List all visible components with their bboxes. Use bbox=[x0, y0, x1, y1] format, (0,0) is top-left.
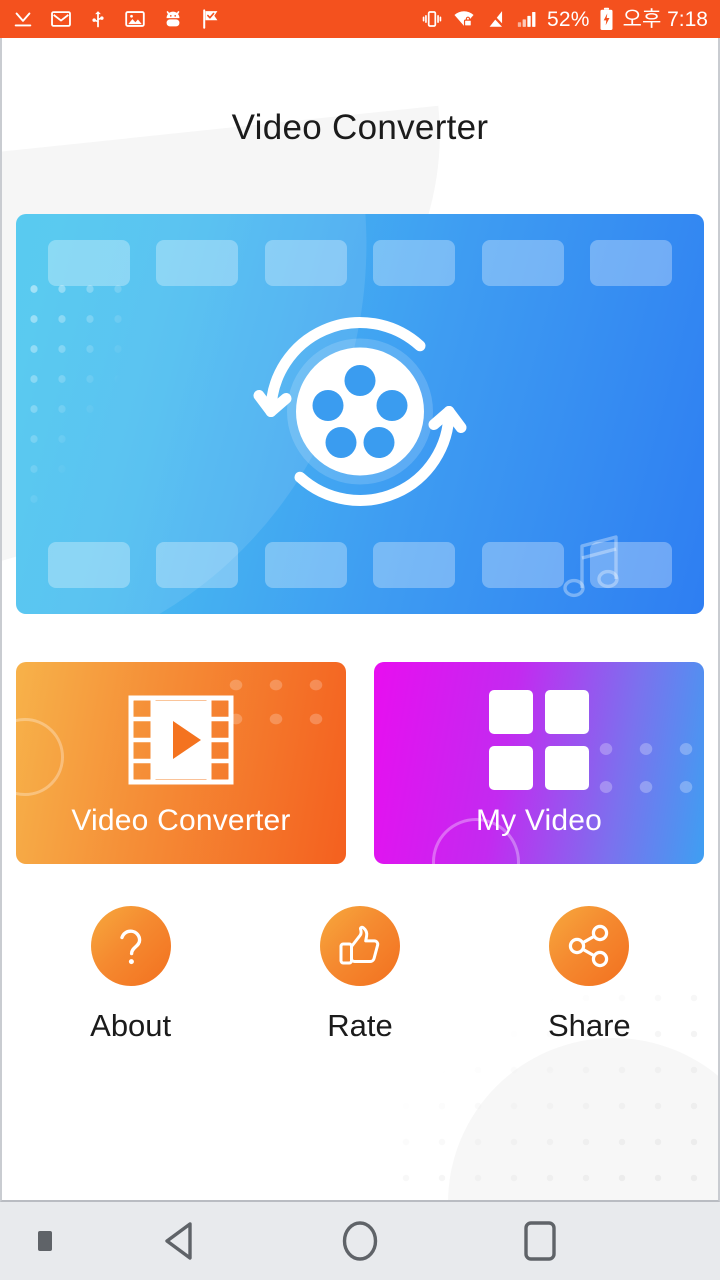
share-action[interactable]: Share bbox=[489, 906, 689, 1044]
video-converter-reel-icon bbox=[244, 296, 476, 533]
thumbs-up-icon bbox=[319, 906, 400, 986]
usb-icon bbox=[88, 8, 108, 30]
card-dot-pattern-decoration bbox=[216, 668, 336, 730]
action-label: About bbox=[90, 1008, 172, 1043]
app-content: Video Converter Video Converter My Video… bbox=[0, 38, 720, 1202]
status-bar-right-icons: 52% 오후 7:18 bbox=[421, 7, 708, 31]
action-label: Share bbox=[547, 1008, 631, 1043]
system-navigation-bar bbox=[0, 1202, 720, 1280]
share-nodes-icon bbox=[549, 906, 630, 986]
card-label: Video Converter bbox=[71, 804, 291, 837]
film-cell bbox=[373, 542, 456, 588]
keyboard-dismiss-dot-icon[interactable] bbox=[38, 1231, 52, 1251]
phone-screen: 52% 오후 7:18 Video Converter Video Conver… bbox=[0, 0, 720, 1280]
film-cell bbox=[156, 240, 239, 286]
battery-percent-label: 52% bbox=[547, 7, 590, 31]
grid-four-squares-icon bbox=[489, 688, 589, 792]
back-triangle-icon[interactable] bbox=[132, 1210, 228, 1272]
recents-square-icon[interactable] bbox=[492, 1210, 588, 1272]
film-cell bbox=[373, 240, 456, 286]
vibrate-icon bbox=[421, 8, 443, 30]
film-strip-top bbox=[16, 240, 704, 286]
bottom-actions: About Rate Share bbox=[16, 906, 704, 1044]
card-ring-decoration bbox=[16, 718, 64, 796]
page-title: Video Converter bbox=[231, 108, 489, 147]
action-cards: Video Converter My Video bbox=[16, 662, 704, 864]
data-off-icon bbox=[485, 8, 507, 30]
question-mark-icon bbox=[90, 906, 171, 986]
status-bar-left-icons bbox=[12, 8, 222, 30]
hero-banner bbox=[16, 214, 704, 614]
film-cell bbox=[589, 240, 672, 286]
film-cell bbox=[48, 240, 130, 286]
film-cell bbox=[264, 240, 347, 286]
film-cell bbox=[264, 542, 347, 588]
clock-label: 오후 7:18 bbox=[622, 7, 708, 31]
wifi-lock-icon bbox=[452, 8, 476, 30]
home-circle-icon[interactable] bbox=[312, 1210, 408, 1272]
rate-action[interactable]: Rate bbox=[260, 906, 460, 1044]
film-cell bbox=[481, 240, 564, 286]
about-action[interactable]: About bbox=[31, 906, 231, 1044]
status-bar: 52% 오후 7:18 bbox=[0, 0, 720, 38]
gmail-icon bbox=[50, 8, 72, 30]
download-complete-icon bbox=[12, 8, 34, 30]
nav-buttons bbox=[0, 1210, 720, 1272]
card-dot-pattern-decoration bbox=[586, 730, 698, 800]
video-converter-card[interactable]: Video Converter bbox=[16, 662, 346, 864]
film-cell bbox=[48, 542, 130, 588]
signal-bars-icon bbox=[516, 8, 538, 30]
photo-icon bbox=[124, 8, 146, 30]
battery-charging-icon bbox=[599, 7, 614, 31]
android-debug-icon bbox=[162, 8, 184, 30]
my-video-card[interactable]: My Video bbox=[374, 662, 704, 864]
hero-dot-pattern-decoration bbox=[20, 274, 140, 504]
music-note-icon bbox=[562, 532, 626, 609]
film-cell bbox=[156, 542, 239, 588]
action-label: Rate bbox=[327, 1008, 393, 1043]
checkmark-flag-icon bbox=[200, 8, 222, 30]
film-cell bbox=[481, 542, 564, 588]
